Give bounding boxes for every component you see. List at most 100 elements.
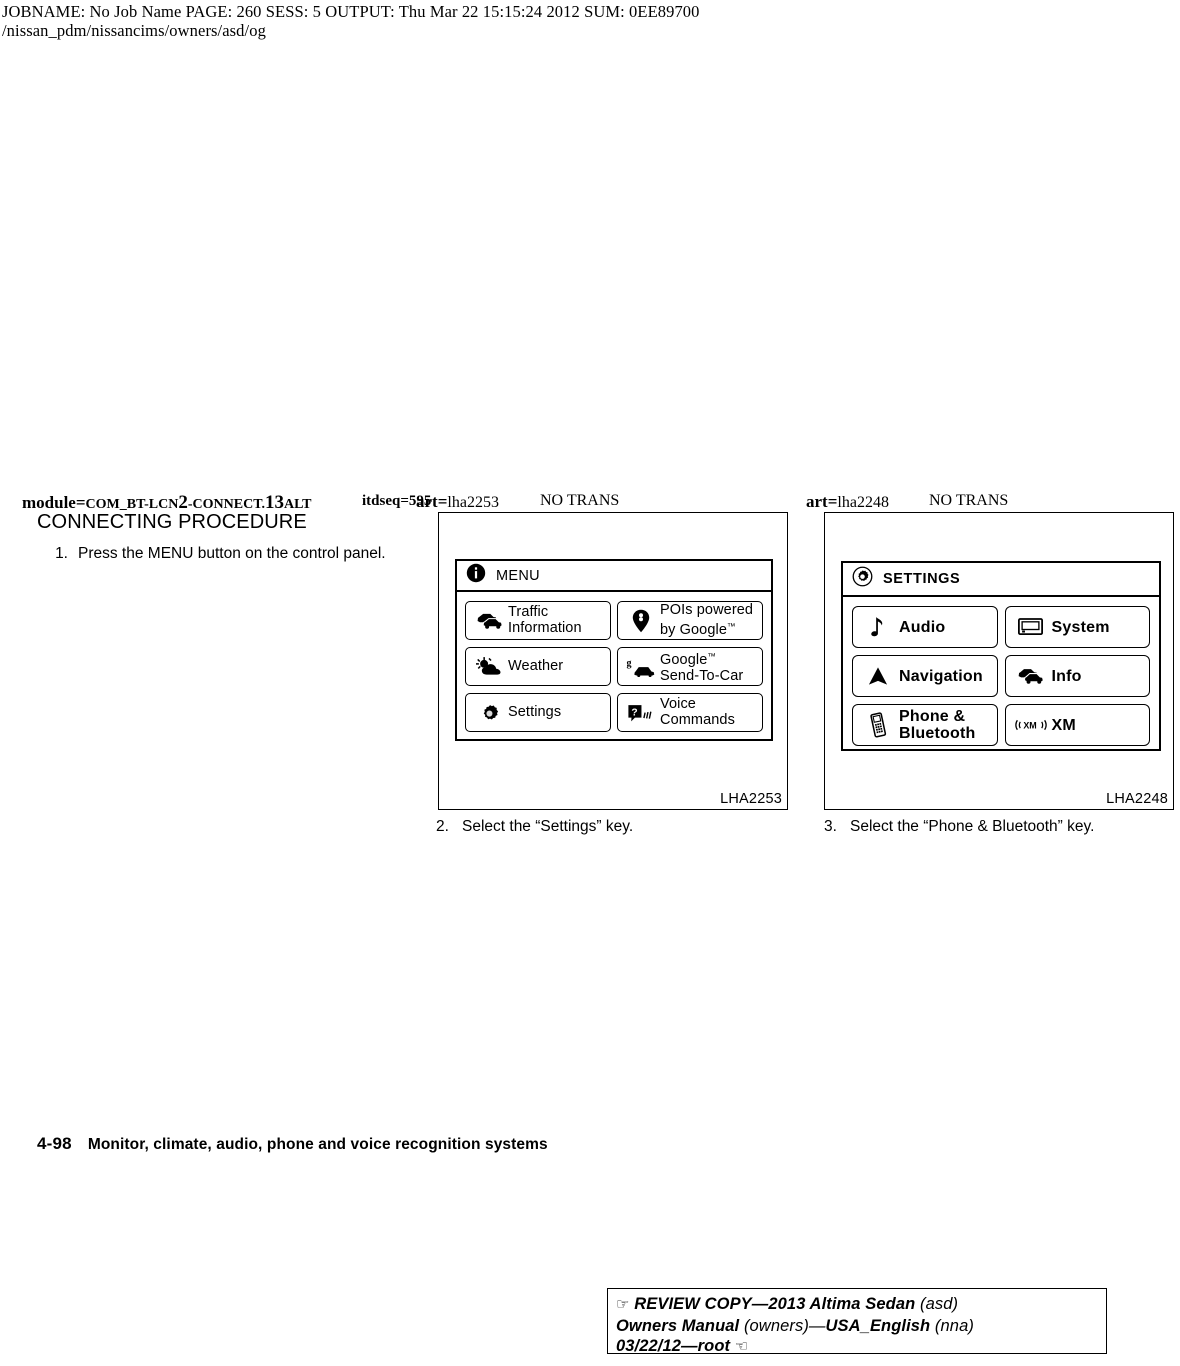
menu-key-weather-label: Weather — [508, 657, 564, 674]
menu-key-voice-line1: Voice — [660, 696, 696, 712]
figure-lha2253: MENU Traffic Information POIs powered by… — [438, 512, 788, 810]
settings-key-navigation-label: Navigation — [899, 667, 983, 685]
info-icon — [466, 563, 486, 588]
module-prefix: module= — [22, 493, 86, 512]
gear-circle-icon — [852, 566, 873, 592]
settings-key-info[interactable]: Info — [1004, 655, 1150, 697]
menu-key-pois-line2: by Google — [660, 621, 727, 638]
figure-id-left: LHA2253 — [720, 791, 782, 807]
menu-key-grid: Traffic Information POIs powered by Goog… — [457, 592, 771, 740]
settings-screen-titlebar: SETTINGS — [843, 563, 1159, 597]
settings-key-phone-line1: Phone & — [899, 708, 966, 725]
menu-key-sendtocar-label: Google™ Send-To-Car — [658, 649, 743, 684]
module-num1: 2 — [178, 492, 188, 513]
art-marker-left: art=lha2253 — [416, 492, 499, 512]
review-line2-bold-a: Owners Manual — [616, 1316, 740, 1335]
art-key-left: art= — [416, 492, 448, 511]
menu-key-voice-commands[interactable]: ? Voice Commands — [617, 693, 763, 732]
xm-radio-icon: XM — [1014, 711, 1048, 739]
svg-text:g: g — [626, 658, 631, 669]
step-1-line-2: panel. — [343, 545, 386, 562]
menu-key-settings-label: Settings — [508, 703, 562, 720]
menu-key-voice-line2: Commands — [660, 711, 735, 728]
hand-back-icon: ☜ — [734, 1338, 749, 1355]
settings-key-info-label: Info — [1051, 667, 1082, 685]
caption-2-number: 2. — [436, 818, 449, 835]
settings-screen: SETTINGS Audio System Navigation Info Ph… — [841, 561, 1161, 751]
send-to-car-icon: g — [624, 653, 658, 681]
settings-key-system[interactable]: System — [1004, 606, 1150, 648]
menu-key-pois-google[interactable]: POIs powered by Google™ — [617, 601, 763, 640]
cellphone-icon — [861, 711, 895, 739]
settings-key-phone-label: Phone & Bluetooth — [895, 708, 975, 742]
menu-key-pois-line1: POIs powered — [660, 602, 754, 618]
map-pin-icon — [624, 607, 658, 635]
settings-key-audio-label: Audio — [899, 618, 946, 636]
weather-cloud-sun-icon — [472, 653, 506, 681]
section-heading: CONNECTING PROCEDURE — [37, 511, 307, 533]
footer-section-title: Monitor, climate, audio, phone and voice… — [87, 1136, 548, 1153]
settings-key-navigation[interactable]: Navigation — [852, 655, 998, 697]
menu-key-traffic-line1: Traffic — [508, 604, 549, 620]
menu-screen: MENU Traffic Information POIs powered by… — [455, 559, 773, 741]
job-header: JOBNAME: No Job Name PAGE: 260 SESS: 5 O… — [2, 2, 700, 40]
review-line1-reg: (asd) — [919, 1295, 959, 1313]
menu-key-pois-label: POIs powered by Google™ — [658, 602, 754, 638]
voice-commands-icon: ? — [624, 699, 658, 727]
art-marker-right: art=lha2248 — [806, 492, 889, 512]
review-line2-reg-a: (owners)— — [743, 1316, 826, 1335]
module-sc1: COM_BT-LCN — [85, 497, 179, 512]
module-num2: 13 — [265, 492, 284, 513]
review-copy-box: ☞ REVIEW COPY—2013 Altima Sedan (asd) Ow… — [607, 1288, 1107, 1355]
settings-key-xm[interactable]: XM XM — [1004, 704, 1150, 746]
no-trans-right: NO TRANS — [929, 492, 1009, 509]
settings-key-system-label: System — [1051, 618, 1110, 636]
step-1-line-1: Press the MENU button on the control — [78, 545, 340, 562]
figure-lha2248: SETTINGS Audio System Navigation Info Ph… — [824, 512, 1174, 810]
job-header-line2: /nissan_pdm/nissancims/owners/asd/og — [2, 21, 266, 40]
menu-key-weather[interactable]: Weather — [465, 647, 611, 686]
settings-key-audio[interactable]: Audio — [852, 606, 998, 648]
settings-key-phone-bluetooth[interactable]: Phone & Bluetooth — [852, 704, 998, 746]
menu-key-pois-tm: ™ — [727, 620, 736, 631]
menu-key-settings[interactable]: Settings — [465, 693, 611, 732]
svg-text:?: ? — [631, 707, 637, 718]
figure-caption-3: 3. Select the “Phone & Bluetooth” key. — [824, 818, 1094, 836]
figure-id-right: LHA2248 — [1106, 791, 1168, 807]
menu-key-sendtocar-line2: Send-To-Car — [660, 667, 744, 684]
settings-screen-title: SETTINGS — [883, 571, 961, 587]
art-value-left: lha2253 — [447, 494, 499, 511]
step-1-number: 1. — [55, 545, 68, 562]
module-sc2: -CONNECT. — [187, 497, 265, 512]
traffic-cars-icon — [472, 607, 506, 635]
menu-key-sendtocar-tm: ™ — [707, 651, 716, 661]
gear-icon — [472, 699, 506, 727]
caption-2-text: Select the “Settings” key. — [462, 818, 634, 835]
page-footer: 4-98 Monitor, climate, audio, phone and v… — [37, 1134, 548, 1154]
menu-screen-titlebar: MENU — [457, 561, 771, 592]
module-sc3: ALT — [284, 497, 312, 512]
car-info-icon — [1014, 662, 1048, 690]
review-line1-bold: REVIEW COPY—2013 Altima Sedan — [634, 1295, 916, 1313]
settings-key-grid: Audio System Navigation Info Phone & Blu… — [843, 597, 1159, 755]
caption-3-text: Select the “Phone & Bluetooth” key. — [850, 818, 1095, 835]
review-line2-bold-b: USA_English — [825, 1316, 931, 1335]
review-line3-bold: 03/22/12—root — [616, 1337, 731, 1355]
art-value-right: lha2248 — [837, 494, 889, 511]
menu-screen-title: MENU — [496, 567, 540, 584]
job-header-line1: JOBNAME: No Job Name PAGE: 260 SESS: 5 O… — [2, 2, 700, 21]
review-line2-reg-b: (nna) — [934, 1316, 974, 1335]
menu-key-traffic-line2: Information — [508, 619, 582, 636]
settings-key-phone-line2: Bluetooth — [899, 725, 976, 742]
pointing-hand-icon: ☞ — [616, 1296, 630, 1313]
no-trans-left: NO TRANS — [540, 492, 620, 509]
step-1-text: Press the MENU button on the control pan… — [78, 544, 401, 564]
menu-key-sendtocar-line1: Google — [660, 652, 708, 668]
menu-key-voice-label: Voice Commands — [658, 696, 735, 728]
footer-page-number: 4-98 — [37, 1134, 72, 1153]
menu-key-traffic-information[interactable]: Traffic Information — [465, 601, 611, 640]
svg-text:XM: XM — [1023, 720, 1036, 730]
procedure-step-1: 1. Press the MENU button on the control … — [46, 544, 401, 564]
menu-key-google-send-to-car[interactable]: g Google™ Send-To-Car — [617, 647, 763, 686]
display-monitor-icon — [1014, 613, 1048, 641]
